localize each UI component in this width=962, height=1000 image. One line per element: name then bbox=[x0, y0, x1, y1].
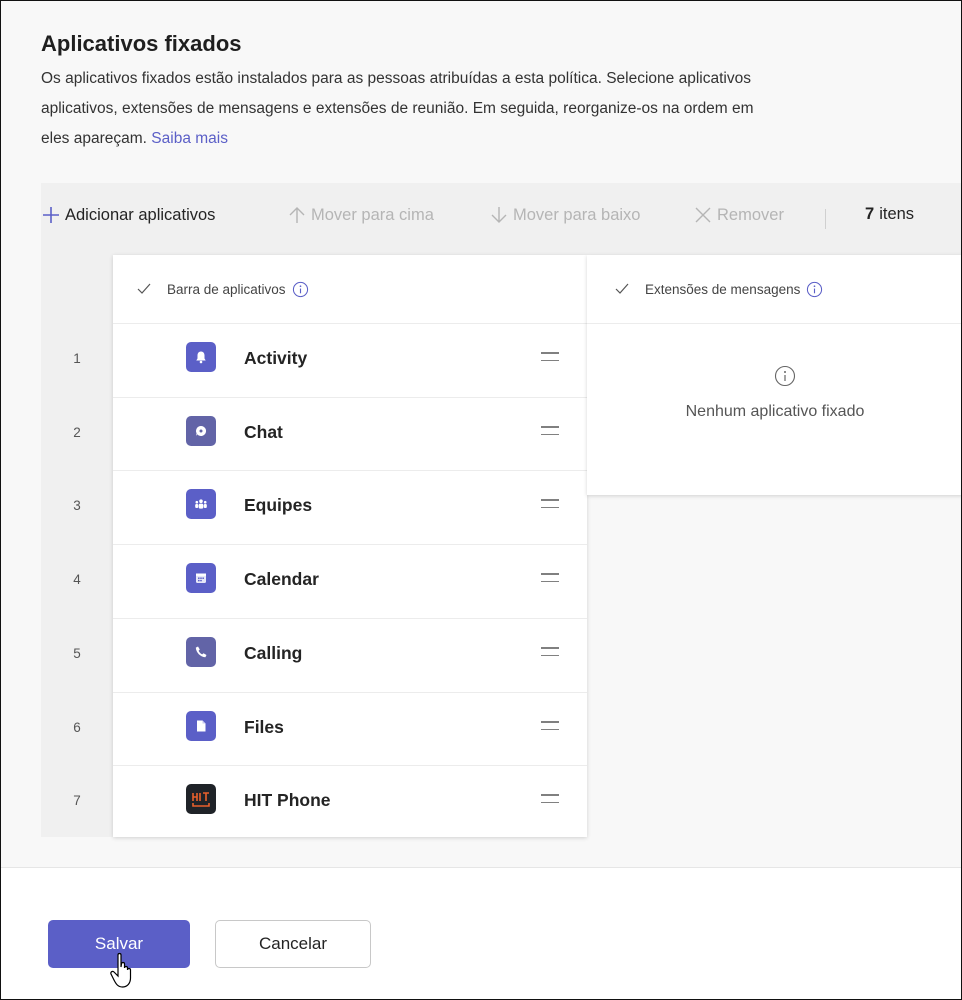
cancel-button[interactable]: Cancelar bbox=[215, 920, 371, 968]
add-apps-button[interactable]: Adicionar aplicativos bbox=[41, 205, 215, 225]
item-count-label: itens bbox=[879, 205, 915, 223]
app-name: Calendar bbox=[244, 569, 319, 589]
app-bar-column: Barra de aplicativos Activity Chat Equip… bbox=[113, 255, 587, 837]
description-line: Os aplicativos fixados estão instalados … bbox=[41, 70, 751, 87]
hit-phone-logo bbox=[186, 784, 216, 814]
teams-icon bbox=[186, 489, 216, 519]
page-title: Aplicativos fixados bbox=[41, 31, 242, 56]
hand-cursor-icon bbox=[110, 952, 132, 988]
move-up-button[interactable]: Mover para cima bbox=[287, 205, 434, 225]
pinned-apps-panel: Aplicativos fixados Os aplicativos fixad… bbox=[0, 0, 962, 1000]
app-name: Calling bbox=[244, 643, 303, 663]
move-down-button[interactable]: Mover para baixo bbox=[489, 205, 640, 225]
description-line: aplicativos, extensões de mensagens e ex… bbox=[41, 100, 754, 117]
arrow-down-icon bbox=[491, 207, 507, 223]
message-extensions-column: Extensões de mensagens Nenhum aplicativo… bbox=[587, 255, 961, 495]
app-row-calendar[interactable]: Calendar bbox=[113, 544, 587, 618]
drag-handle-icon[interactable] bbox=[541, 352, 559, 367]
row-number: 6 bbox=[73, 720, 81, 735]
row-number: 7 bbox=[73, 793, 81, 808]
info-icon[interactable] bbox=[292, 281, 309, 298]
item-count-number: 7 bbox=[865, 205, 875, 223]
row-number: 5 bbox=[73, 646, 81, 661]
app-name: Chat bbox=[244, 422, 283, 442]
message-extensions-header: Extensões de mensagens bbox=[587, 255, 961, 324]
drag-handle-icon[interactable] bbox=[541, 499, 559, 514]
move-up-label: Mover para cima bbox=[311, 205, 434, 224]
app-row-files[interactable]: Files bbox=[113, 692, 587, 766]
checkmark-icon bbox=[137, 283, 151, 294]
app-name: Equipes bbox=[244, 495, 313, 515]
drag-handle-icon[interactable] bbox=[541, 647, 559, 662]
app-name: HIT Phone bbox=[244, 790, 331, 810]
app-row-activity[interactable]: Activity bbox=[113, 323, 587, 397]
calendar-icon bbox=[186, 563, 216, 593]
add-apps-label: Adicionar aplicativos bbox=[65, 205, 216, 224]
plus-icon bbox=[43, 207, 59, 223]
close-icon bbox=[695, 207, 711, 223]
description-line-text: eles apareçam. bbox=[41, 130, 147, 147]
app-name: Files bbox=[244, 717, 284, 737]
app-row-hit-phone[interactable]: HIT Phone bbox=[113, 765, 587, 839]
app-row-chat[interactable]: Chat bbox=[113, 397, 587, 471]
app-bar-header: Barra de aplicativos bbox=[113, 255, 587, 323]
row-number: 4 bbox=[73, 572, 81, 587]
file-icon bbox=[186, 711, 216, 741]
drag-handle-icon[interactable] bbox=[541, 573, 559, 588]
drag-handle-icon[interactable] bbox=[541, 426, 559, 441]
app-bar-header-label: Barra de aplicativos bbox=[167, 281, 286, 297]
phone-icon bbox=[186, 637, 216, 667]
remove-button[interactable]: Remover bbox=[693, 205, 784, 225]
info-icon[interactable] bbox=[806, 281, 823, 298]
app-row-teams[interactable]: Equipes bbox=[113, 470, 587, 544]
drag-handle-icon[interactable] bbox=[541, 721, 559, 736]
move-down-label: Mover para baixo bbox=[513, 205, 641, 224]
empty-state-text: Nenhum aplicativo fixado bbox=[685, 403, 865, 420]
footer: Salvar Cancelar bbox=[1, 867, 961, 999]
bell-icon bbox=[186, 342, 216, 372]
toolbar: Adicionar aplicativos Mover para cima Mo… bbox=[41, 183, 961, 255]
description-line: eles apareçam. Saiba mais bbox=[41, 124, 961, 154]
remove-label: Remover bbox=[717, 205, 784, 224]
row-number: 2 bbox=[73, 425, 81, 440]
app-name: Activity bbox=[244, 348, 308, 368]
row-number: 3 bbox=[73, 498, 81, 513]
message-extensions-header-label: Extensões de mensagens bbox=[645, 281, 801, 297]
learn-more-link[interactable]: Saiba mais bbox=[151, 130, 228, 147]
checkmark-icon bbox=[615, 283, 629, 294]
row-number: 1 bbox=[73, 351, 81, 366]
info-icon bbox=[774, 365, 796, 387]
order-number-column: 1 2 3 4 5 6 7 bbox=[41, 255, 113, 837]
item-count: 7 itens bbox=[865, 205, 914, 224]
toolbar-divider bbox=[825, 209, 826, 229]
drag-handle-icon[interactable] bbox=[541, 794, 559, 809]
arrow-up-icon bbox=[289, 207, 305, 223]
chat-icon bbox=[186, 416, 216, 446]
page-description: Os aplicativos fixados estão instalados … bbox=[41, 64, 961, 154]
app-row-calling[interactable]: Calling bbox=[113, 618, 587, 692]
